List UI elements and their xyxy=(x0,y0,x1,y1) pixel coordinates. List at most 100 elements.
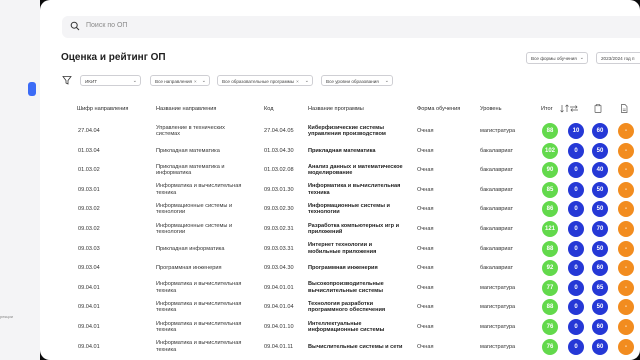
table-row[interactable]: 09.03.02 Информационные системы и технолог… xyxy=(40,219,640,239)
score-badge[interactable]: 0 xyxy=(568,221,584,237)
cell-program: Киберфизические системы управления произв… xyxy=(308,125,386,138)
total-score-badge[interactable]: 86 xyxy=(542,201,558,218)
directions-filter[interactable]: Все направления × ⌄ xyxy=(150,75,210,86)
programs-filter[interactable]: Все образовательные программы × ⌄ xyxy=(217,75,313,86)
table-row[interactable]: 09.03.02 Информационные системы и технолог… xyxy=(40,199,640,219)
score-badge[interactable]: - xyxy=(618,260,634,277)
cell-name-dir-line: Управление в технических xyxy=(156,124,225,131)
score-badge[interactable]: 0 xyxy=(568,162,584,179)
score-badge[interactable]: 60 xyxy=(592,260,608,277)
table-row[interactable]: 09.04.01 Информатика и вычислительная техн… xyxy=(40,317,640,337)
search-input[interactable]: Поиск по ОП xyxy=(86,22,127,29)
score-badge[interactable]: - xyxy=(618,162,634,179)
cell-name-dir: Информатика и вычислительная техника xyxy=(156,183,241,196)
score-badge[interactable]: - xyxy=(618,142,634,159)
arrows-icon[interactable] xyxy=(569,104,579,113)
cell-name-dir: Информационные системы и технологии xyxy=(156,223,232,236)
score-badge[interactable]: 0 xyxy=(568,299,584,316)
score-badge[interactable]: 60 xyxy=(592,319,608,335)
total-score-badge[interactable]: 92 xyxy=(542,260,558,277)
total-score-badge[interactable]: 77 xyxy=(542,279,558,296)
cell-code-dir: 09.03.02 xyxy=(78,226,100,232)
sidebar-active-tab[interactable] xyxy=(28,82,36,96)
table-row[interactable]: 01.03.04 Прикладная математика 01.03.04.30… xyxy=(40,141,640,161)
year-filter-dropdown[interactable]: 2023/2024 год п xyxy=(596,52,640,64)
filter-icon[interactable] xyxy=(62,75,72,85)
score-badge[interactable]: - xyxy=(618,299,634,316)
clear-icon[interactable]: × xyxy=(194,79,197,84)
total-score-badge[interactable]: 88 xyxy=(542,240,558,257)
table-row[interactable]: 09.04.01 Информатика и вычислительная техн… xyxy=(40,297,640,317)
score-badge[interactable]: 0 xyxy=(568,279,584,296)
total-score-badge[interactable]: 76 xyxy=(542,338,558,355)
score-badge[interactable]: - xyxy=(618,240,634,257)
score-badge[interactable]: - xyxy=(618,181,634,198)
column-header-program[interactable]: Название программы xyxy=(308,106,364,112)
table-row[interactable]: 01.03.02 Прикладная математика и информати… xyxy=(40,160,640,180)
score-badge[interactable]: - xyxy=(618,319,634,335)
score-badge[interactable]: - xyxy=(618,201,634,218)
score-badge[interactable]: 0 xyxy=(568,201,584,218)
search-bar[interactable]: Поиск по ОП xyxy=(62,16,640,38)
total-score-badge[interactable]: 102 xyxy=(542,142,558,159)
table-row[interactable]: 27.04.04 Управление в технических системах… xyxy=(40,121,640,141)
institute-filter[interactable]: ИКИТ ⌄ xyxy=(80,75,141,86)
document-icon[interactable] xyxy=(619,104,629,113)
score-badge[interactable]: 0 xyxy=(568,260,584,277)
score-badge[interactable]: 0 xyxy=(568,319,584,335)
table-row[interactable]: 09.04.01 Информатика и вычислительная техн… xyxy=(40,337,640,357)
column-header-code[interactable]: Код xyxy=(264,106,274,112)
cell-form: Очная xyxy=(417,128,434,134)
score-badge[interactable]: 0 xyxy=(568,338,584,355)
score-badge[interactable]: - xyxy=(618,221,634,237)
total-score-badge[interactable]: 85 xyxy=(542,181,558,198)
table-row[interactable]: 09.04.01 Информатика и вычислительная техн… xyxy=(40,278,640,298)
score-badge[interactable]: 50 xyxy=(592,142,608,159)
score-badge[interactable]: 65 xyxy=(592,279,608,296)
cell-code: 09.03.04.30 xyxy=(264,265,294,272)
score-badge[interactable]: 50 xyxy=(592,299,608,316)
chevron-down-icon: ⌄ xyxy=(579,55,584,61)
levels-filter[interactable]: Все уровни образования ⌄ xyxy=(321,75,393,86)
score-badge[interactable]: 60 xyxy=(592,338,608,355)
clipboard-icon[interactable] xyxy=(593,104,603,113)
column-header-total[interactable]: Итог xyxy=(541,106,553,112)
table-row[interactable]: 09.03.01 Информатика и вычислительная техн… xyxy=(40,180,640,200)
total-score-badge[interactable]: 88 xyxy=(542,299,558,316)
cell-name-dir: Прикладная математика и информатика xyxy=(156,164,225,177)
score-badge[interactable]: 10 xyxy=(568,123,584,139)
cell-program: Информационные системы и технологии xyxy=(308,203,390,216)
table-row[interactable]: 09.03.04 Программная инженерия 09.03.04.30… xyxy=(40,258,640,278)
score-badge[interactable]: 60 xyxy=(592,123,608,139)
cell-program-line: техника xyxy=(308,189,330,196)
score-badge[interactable]: 50 xyxy=(592,181,608,198)
cell-program-line: Прикладная математика xyxy=(308,147,376,154)
total-score-badge[interactable]: 90 xyxy=(542,162,558,179)
cell-program: Интернет технологии и мобильные приложени… xyxy=(308,242,376,255)
total-score-badge[interactable]: 76 xyxy=(542,319,558,335)
total-score-badge[interactable]: 88 xyxy=(542,123,558,139)
score-badge[interactable]: 0 xyxy=(568,181,584,198)
sidebar-footer-text[interactable]: рекции xyxy=(0,314,13,319)
score-badge[interactable]: 50 xyxy=(592,201,608,218)
table-row[interactable]: 09.03.03 Прикладная информатика 09.03.03.3… xyxy=(40,239,640,259)
clear-icon[interactable]: × xyxy=(296,79,299,84)
score-badge[interactable]: - xyxy=(618,279,634,296)
score-badge[interactable]: 50 xyxy=(592,240,608,257)
score-badge[interactable]: 70 xyxy=(592,221,608,237)
score-badge[interactable]: - xyxy=(618,123,634,139)
year-filter-value: 2023/2024 год п xyxy=(601,56,635,61)
cell-level: магистратура xyxy=(480,343,516,350)
score-badge[interactable]: 0 xyxy=(568,142,584,159)
column-header-code-dir[interactable]: Шифр направления xyxy=(77,106,128,112)
form-filter-dropdown[interactable]: Все формы обучения ⌄ xyxy=(526,52,588,64)
column-header-form[interactable]: Форма обучения xyxy=(417,106,460,112)
score-badge[interactable]: - xyxy=(618,338,634,355)
total-score-badge[interactable]: 121 xyxy=(542,221,558,237)
cell-code-dir: 27.04.04 xyxy=(78,128,100,134)
column-header-level[interactable]: Уровень xyxy=(480,106,502,112)
column-header-name-dir[interactable]: Название направления xyxy=(156,106,216,112)
score-badge[interactable]: 0 xyxy=(568,240,584,257)
score-badge[interactable]: 40 xyxy=(592,162,608,179)
cell-name-dir-line: технологии xyxy=(156,209,186,216)
